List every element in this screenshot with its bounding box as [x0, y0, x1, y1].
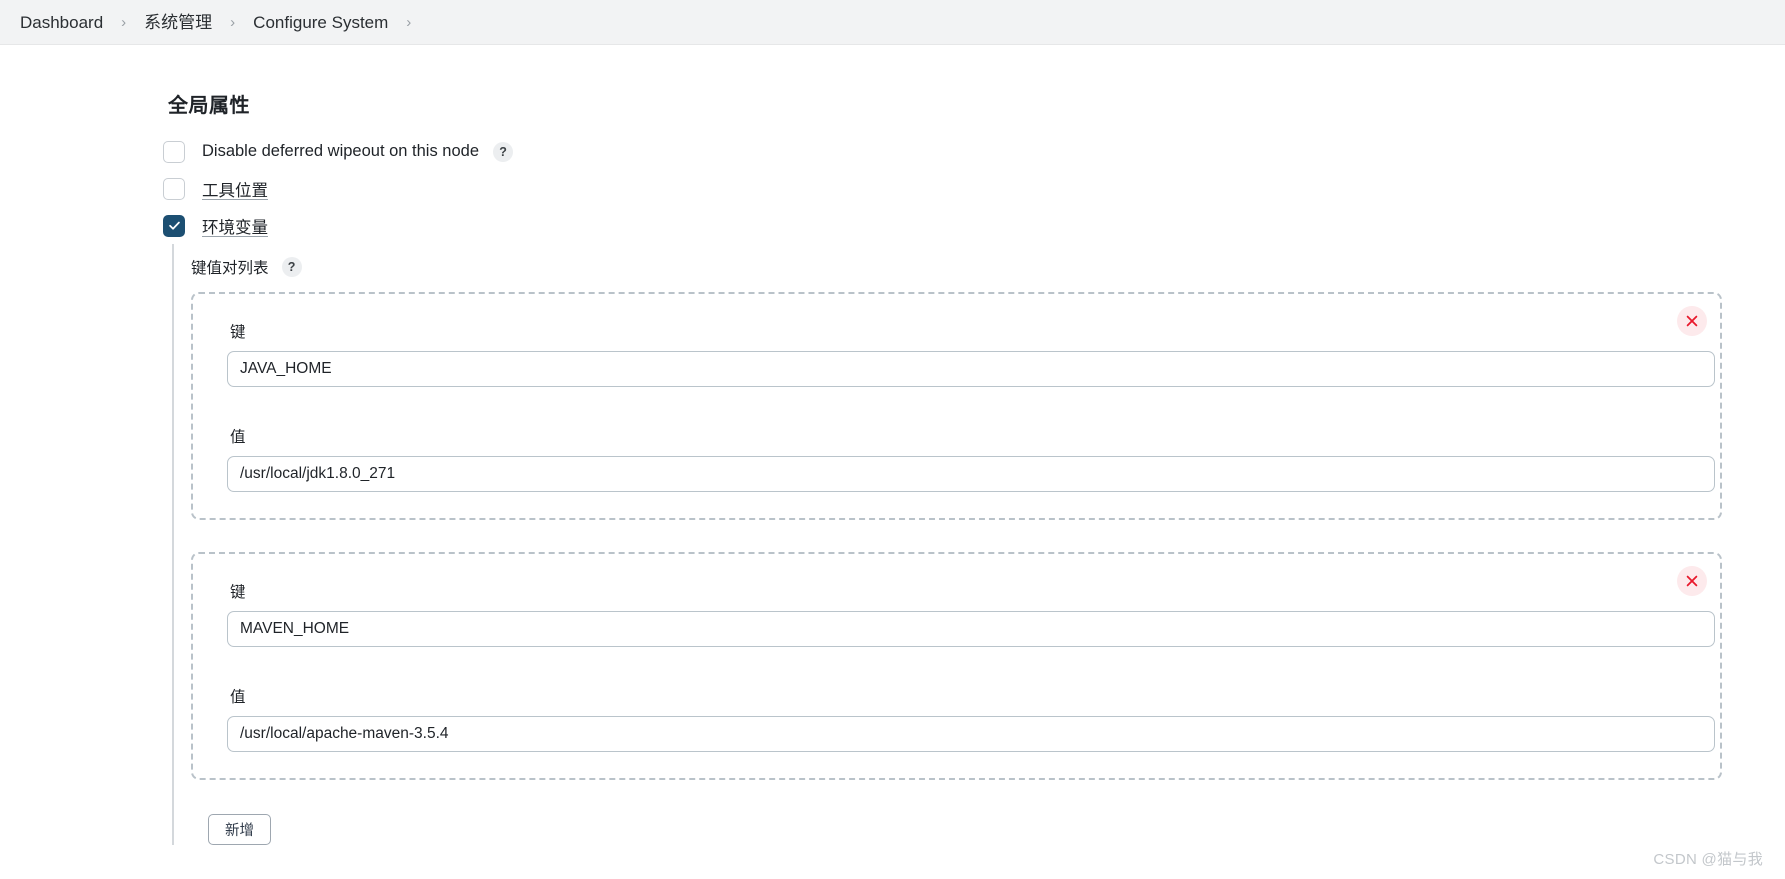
key-field-label: 键 — [230, 584, 246, 601]
breadcrumb-separator-icon: › — [406, 13, 412, 31]
checkbox-row-environment-variables: 环境变量 — [0, 207, 1785, 244]
value-input[interactable] — [227, 716, 1715, 752]
help-icon[interactable]: ? — [493, 141, 514, 162]
value-input[interactable] — [227, 456, 1715, 492]
checkbox-tool-location[interactable] — [163, 177, 185, 200]
breadcrumb-separator-icon: › — [230, 13, 236, 31]
checkbox-row-tool-location: 工具位置 — [0, 170, 1785, 207]
watermark: CSDN @猫与我 — [1653, 851, 1763, 868]
delete-entry-button[interactable] — [1677, 306, 1707, 336]
checkbox-disable-deferred-wipeout[interactable] — [163, 140, 185, 163]
key-value-list-label: 键值对列表 — [191, 260, 269, 277]
add-entry-button[interactable]: 新增 — [208, 814, 271, 845]
delete-entry-button[interactable] — [1677, 566, 1707, 596]
key-value-list-header: 键值对列表 ? — [191, 256, 1772, 278]
environment-variables-panel: 键值对列表 ? 键 值 — [172, 244, 1772, 845]
key-input[interactable] — [227, 611, 1715, 647]
checkbox-label-environment-variables: 环境变量 — [202, 218, 268, 237]
breadcrumb-item-configure-system[interactable]: Configure System — [245, 14, 396, 31]
value-field-label: 值 — [230, 689, 246, 706]
key-input[interactable] — [227, 351, 1715, 387]
value-field-label: 值 — [230, 429, 246, 446]
breadcrumb-item-dashboard[interactable]: Dashboard — [12, 14, 111, 31]
key-value-entry: 键 值 — [191, 552, 1722, 780]
check-icon — [168, 221, 180, 230]
configure-system-page: 全局属性 Disable deferred wipeout on this no… — [0, 45, 1785, 879]
key-field-label: 键 — [230, 324, 246, 341]
close-icon — [1686, 315, 1698, 327]
breadcrumb-item-system-management[interactable]: 系统管理 — [136, 14, 220, 31]
key-value-entry: 键 值 — [191, 292, 1722, 520]
page-title: 全局属性 — [168, 95, 250, 117]
checkbox-row-disable-deferred-wipeout: Disable deferred wipeout on this node ? — [0, 133, 1785, 170]
checkbox-label-tool-location: 工具位置 — [202, 181, 268, 200]
global-properties-form: Disable deferred wipeout on this node ? … — [0, 133, 1785, 845]
checkbox-label-disable-deferred-wipeout: Disable deferred wipeout on this node — [202, 142, 480, 160]
help-icon[interactable]: ? — [281, 257, 302, 277]
close-icon — [1686, 575, 1698, 587]
breadcrumb: Dashboard › 系统管理 › Configure System › — [0, 0, 1785, 45]
breadcrumb-separator-icon: › — [121, 13, 127, 31]
checkbox-environment-variables[interactable] — [163, 214, 185, 237]
